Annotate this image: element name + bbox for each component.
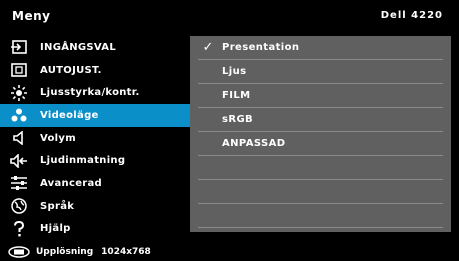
osd-header: Meny Dell 4220: [0, 0, 459, 34]
option-ljus[interactable]: Ljus: [198, 60, 443, 84]
osd-window: Meny Dell 4220 INGÅNGSVAL AUTOJUST. Ljus…: [0, 0, 459, 261]
option-label: ANPASSAD: [222, 138, 286, 149]
option-srgb[interactable]: sRGB: [198, 108, 443, 132]
help-icon: [8, 220, 30, 237]
menu-title: Meny: [12, 9, 51, 23]
option-label: FILM: [222, 90, 251, 101]
menu-item-label: Ljudinmatning: [40, 155, 126, 167]
menu-item-label: Volym: [40, 132, 76, 144]
display-resolution-icon: [8, 246, 30, 258]
menu-item-language[interactable]: Språk: [0, 195, 190, 218]
audio-input-icon: [8, 153, 30, 169]
video-mode-options-panel: ✓ Presentation Ljus FILM sRGB ANPASSAD: [190, 36, 451, 232]
menu-item-video-mode[interactable]: Videoläge: [0, 104, 190, 127]
resolution-label: Upplösning: [36, 247, 94, 257]
menu-item-label: AUTOJUST.: [40, 64, 102, 76]
menu-item-audio-input[interactable]: Ljudinmatning: [0, 149, 190, 172]
menu-item-label: Språk: [40, 200, 75, 212]
menu-item-label: Videoläge: [40, 109, 99, 121]
option-label: Ljus: [222, 66, 247, 77]
menu-item-label: Avancerad: [40, 177, 103, 189]
menu-item-auto-adjust[interactable]: AUTOJUST.: [0, 59, 190, 82]
auto-adjust-icon: [8, 62, 30, 78]
option-empty: [198, 156, 443, 180]
resolution-value: 1024x768: [101, 247, 151, 257]
advanced-settings-icon: [8, 175, 30, 191]
option-label: Presentation: [222, 42, 300, 53]
video-mode-icon: [8, 107, 30, 123]
menu-item-label: INGÅNGSVAL: [40, 41, 116, 53]
menu-item-brightness-contrast[interactable]: Ljusstyrka/kontr.: [0, 81, 190, 104]
option-presentation[interactable]: ✓ Presentation: [198, 36, 443, 60]
option-empty: [198, 180, 443, 204]
menu-item-label: Hjälp: [40, 223, 71, 235]
menu-item-label: Ljusstyrka/kontr.: [40, 87, 140, 99]
brightness-icon: [8, 84, 30, 101]
menu-item-advanced[interactable]: Avancerad: [0, 172, 190, 195]
language-icon: [8, 198, 30, 214]
checkmark-icon: ✓: [202, 40, 214, 55]
menu-item-input-source[interactable]: INGÅNGSVAL: [0, 36, 190, 59]
projector-model: Dell 4220: [380, 10, 443, 21]
menu-item-volume[interactable]: Volym: [0, 127, 190, 150]
volume-icon: [8, 130, 30, 146]
option-empty: [198, 204, 443, 228]
main-menu: INGÅNGSVAL AUTOJUST. Ljusstyrka/kontr. V…: [0, 36, 190, 240]
input-source-icon: [8, 39, 30, 55]
option-film[interactable]: FILM: [198, 84, 443, 108]
menu-item-help[interactable]: Hjälp: [0, 218, 190, 241]
option-anpassad[interactable]: ANPASSAD: [198, 132, 443, 156]
option-label: sRGB: [222, 114, 254, 125]
status-bar: Upplösning 1024x768: [0, 243, 459, 261]
